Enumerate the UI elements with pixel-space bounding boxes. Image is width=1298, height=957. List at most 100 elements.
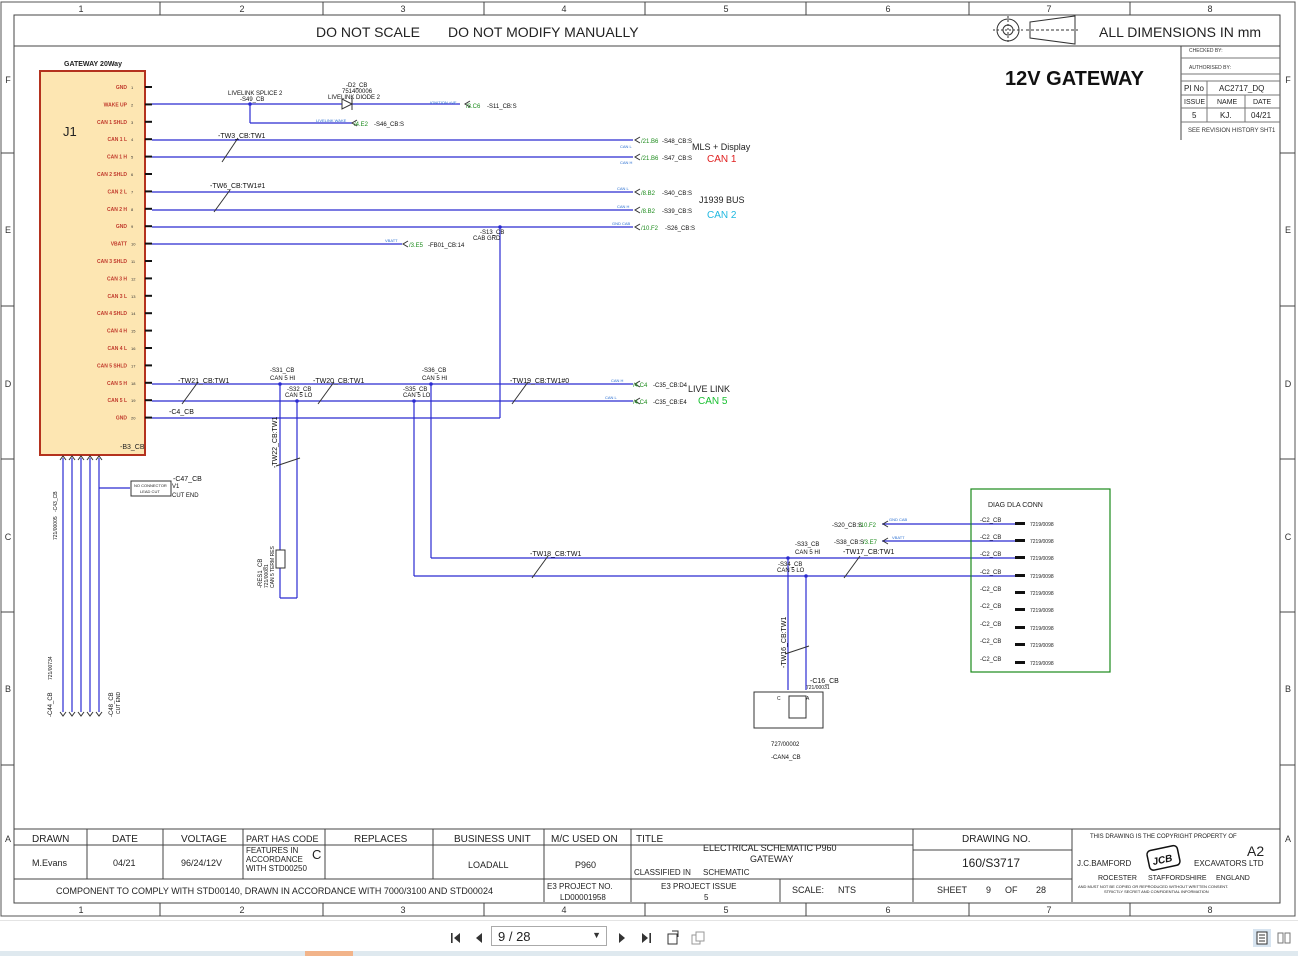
drawing-no-label: DRAWING NO.: [962, 834, 1031, 845]
can5-label: CAN 5: [698, 396, 728, 407]
pin-label: WAKE UP: [104, 102, 128, 108]
ref-link: /4.C4: [633, 383, 648, 389]
gnd-cab-label: GND CAB: [889, 517, 908, 522]
last-page-icon[interactable]: [637, 929, 655, 947]
pin-terminal: [145, 347, 152, 349]
features-line: ACCORDANCE: [246, 855, 303, 864]
splice-name: CAN 5 HI: [795, 550, 821, 556]
e3-project-value: LD00001958: [560, 893, 606, 902]
splice-ref: -S36_CB: [422, 368, 446, 374]
title-label: TITLE: [636, 834, 664, 845]
diag-pin-terminal: [1015, 556, 1025, 559]
chevron-down-icon: ▼: [592, 930, 601, 940]
jcb-logo: JCB: [1146, 844, 1181, 871]
pin-label: CAN 1 SHLD: [97, 120, 127, 126]
col-number: 3: [400, 905, 405, 915]
splice-name: CAB GRD: [473, 236, 501, 242]
rotate-icon[interactable]: [664, 929, 682, 947]
col-number: 7: [1046, 4, 1051, 14]
code-letter: C: [312, 847, 321, 862]
sheet-title: 12V GATEWAY: [1005, 68, 1145, 90]
pin-terminal: [145, 242, 152, 245]
diag-pin-terminal: [1015, 661, 1025, 664]
sheet-total: 28: [1036, 885, 1046, 895]
diag-pin-terminal: [1015, 574, 1025, 577]
twist-label: -TW18_CB:TW1: [530, 551, 581, 558]
splice-link: -C35_CB:D4: [653, 383, 688, 389]
ref-link: /21.B6: [641, 139, 659, 145]
single-page-icon[interactable]: [1253, 929, 1271, 947]
voltage-label: VOLTAGE: [181, 834, 227, 845]
compliance-note: COMPONENT TO COMPLY WITH STD00140, DRAWN…: [56, 886, 493, 896]
row-letter: A: [5, 834, 11, 844]
splice-link: -S20_CB:S: [832, 523, 862, 529]
pin-label: GND: [116, 85, 128, 91]
name-value: KJ.: [1220, 111, 1232, 120]
can-l-label: CAN L: [605, 395, 618, 400]
prev-page-icon[interactable]: [470, 929, 488, 947]
pin-terminal: [145, 364, 152, 367]
connector-part: 721/00734: [48, 656, 54, 680]
pin-label: CAN 2 SHLD: [97, 172, 127, 178]
svg-text:C: C: [777, 696, 781, 702]
pin-terminal: [145, 329, 152, 332]
connector-ref: -CAN4_CB: [771, 755, 801, 761]
col-number: 4: [561, 905, 566, 915]
classified-value: SCHEMATIC: [703, 868, 750, 877]
row-letter: C: [5, 532, 12, 542]
two-page-icon[interactable]: [1275, 929, 1293, 947]
voltage-value: 96/24/12V: [181, 858, 222, 868]
copy-icon[interactable]: [689, 929, 707, 947]
mc-used-label: M/C USED ON: [551, 834, 618, 845]
cut-end-label: CUT END: [172, 493, 199, 499]
lead-cut-label: LEAD CUT: [140, 489, 160, 494]
diag-pin-part: 7219/0098: [1030, 661, 1054, 667]
diag-pin-ref: -C2_CB: [980, 622, 1001, 628]
pin-label: CAN 3 SHLD: [97, 259, 127, 265]
ref-link: /3.E5: [409, 243, 424, 249]
connector-ref: -C43_CB: [53, 491, 59, 512]
date-value: 04/21: [1251, 111, 1272, 120]
of-label: OF: [1005, 885, 1018, 895]
sheet-label: SHEET: [937, 885, 968, 895]
diag-pin-part: 7219/0098: [1030, 556, 1054, 562]
diag-pin-terminal: [1015, 643, 1025, 646]
title-line: ELECTRICAL SCHEMATIC P960: [703, 843, 837, 853]
title-block-text: DRAWN M.Evans DATE 04/21 VOLTAGE 96/24/1…: [32, 834, 1264, 902]
connector-pin: V1: [172, 484, 180, 490]
splice-name: CAN 5 HI: [270, 376, 296, 382]
date-label: DATE: [112, 834, 138, 845]
business-unit-label: BUSINESS UNIT: [454, 834, 531, 845]
twist-label: -TW17_CB:TW1: [843, 549, 894, 556]
twist-label: -TW20_CB:TW1: [313, 378, 364, 385]
pin-number: 20: [131, 416, 136, 421]
diag-pin-part: 7219/0098: [1030, 522, 1054, 528]
connector-part: 721/00031: [806, 685, 830, 691]
diag-pin-terminal: [1015, 626, 1025, 629]
vbatt-label: VBATT: [892, 535, 905, 540]
splice-link: -C35_CB:E4: [653, 400, 687, 406]
diag-pins: -C2_CB 7219/0098 -C2_CB 7219/0098 -C2_CB 7219…: [980, 518, 1054, 667]
diag-pin-part: 7219/0098: [1030, 591, 1054, 597]
address-line: ROCESTER: [1098, 875, 1137, 882]
live-link-label: LIVE LINK: [688, 384, 730, 394]
diag-pin-part: 7219/0098: [1030, 539, 1054, 545]
row-letter: B: [5, 684, 11, 694]
page-number-select[interactable]: 9 / 28 ▼: [491, 926, 607, 946]
pin-terminal: [145, 381, 152, 384]
ref-link: /10.F2: [859, 523, 877, 529]
next-page-icon[interactable]: [613, 929, 631, 947]
connector-ref: -C48_CB: [109, 692, 115, 717]
e3-issue-value: 5: [704, 893, 709, 902]
pin-number: 13: [131, 294, 136, 299]
can1-label: CAN 1: [707, 154, 737, 165]
junction-dots: [248, 102, 808, 578]
first-page-icon[interactable]: [447, 929, 465, 947]
authorised-by-label: AUTHORISED BY:: [1189, 65, 1231, 71]
pin-label: CAN 3 L: [108, 294, 127, 300]
mls-display-label: MLS + Display: [692, 142, 751, 152]
col-number: 8: [1207, 905, 1212, 915]
pin-label: CAN 4 H: [107, 329, 127, 335]
row-letter: E: [1285, 225, 1291, 235]
revision-box: CHECKED BY: AUTHORISED BY: PI No AC2717_…: [1181, 48, 1280, 134]
